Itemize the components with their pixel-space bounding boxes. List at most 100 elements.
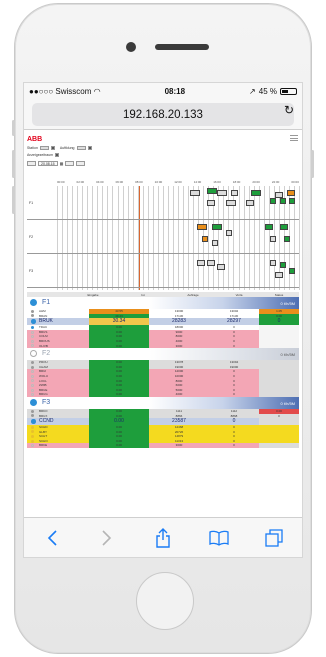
gantt-job-bar[interactable]	[274, 272, 283, 278]
url-text: 192.168.20.133	[123, 108, 203, 121]
group-rate: 0 t/h/5M	[280, 352, 295, 358]
table-cell-v3: 0	[209, 443, 259, 449]
gantt-job-bar[interactable]	[207, 188, 218, 194]
row-status-dot-icon	[31, 339, 34, 343]
gantt-job-bar[interactable]	[197, 260, 206, 266]
table-cell-v4: 0	[259, 318, 299, 326]
gantt-job-bar[interactable]	[211, 224, 222, 230]
gantt-job-bar[interactable]	[269, 198, 276, 204]
auftklung-label: Auftklung	[59, 146, 75, 150]
row-status-dot-icon	[31, 383, 34, 387]
gantt-job-bar[interactable]	[265, 224, 274, 230]
row-status-dot-icon	[31, 409, 34, 413]
back-icon[interactable]	[40, 526, 64, 550]
table-row[interactable]: BRUK 30.34 28283 28297 0	[27, 318, 299, 326]
row-status-dot-icon	[31, 439, 34, 443]
url-field[interactable]: 192.168.20.133	[32, 103, 294, 126]
gantt-job-bar[interactable]	[269, 260, 276, 266]
gantt-job-bar[interactable]	[279, 262, 286, 268]
gantt-job-bar[interactable]	[226, 200, 237, 206]
apply-button[interactable]	[76, 161, 86, 166]
table-header-cell[interactable]: Status	[259, 293, 299, 297]
reload-icon[interactable]: ↻	[284, 103, 294, 117]
gantt-job-bar[interactable]	[279, 198, 286, 204]
web-content: ABB Station Auftklung Anzeigezeitraum 20…	[24, 130, 302, 520]
status-time: 08:18	[164, 87, 186, 96]
gantt-job-bar[interactable]	[197, 224, 208, 230]
gantt-job-bar[interactable]	[289, 268, 296, 274]
table-header-cell[interactable]: Auftrage	[167, 293, 219, 297]
table-cell-v2: 3000	[149, 443, 209, 449]
table-cell-v4	[259, 418, 299, 426]
table-row[interactable]: CCND 0.00 23587 0	[27, 418, 299, 426]
abb-logo: ABB	[27, 136, 43, 143]
gantt-job-bar[interactable]	[279, 224, 288, 230]
range-toggle[interactable]	[55, 153, 60, 157]
control-row-2: Anzeigezeitraum	[27, 153, 60, 157]
gantt-job-bar[interactable]	[211, 240, 218, 246]
battery-icon	[279, 88, 297, 95]
row-status-dot-icon	[31, 419, 36, 424]
row-status-dot-icon	[31, 425, 34, 429]
gantt-job-bar[interactable]	[269, 236, 276, 242]
calendar-icon[interactable]: ▦	[60, 161, 64, 166]
row-status-dot-icon	[31, 309, 34, 313]
next-day-button[interactable]	[65, 161, 75, 166]
home-button[interactable]	[136, 572, 194, 630]
gantt-job-bar[interactable]	[190, 190, 201, 196]
gantt-job-bar[interactable]	[216, 264, 225, 270]
table-cell-name: BRKE	[27, 443, 89, 449]
auftklung-toggle[interactable]	[87, 146, 92, 150]
table-cell-name: CCND	[27, 418, 89, 426]
gantt-job-bar[interactable]	[286, 190, 295, 196]
share-icon[interactable]	[151, 526, 175, 550]
station-group-header[interactable]: F2 0 t/h/5M	[27, 348, 299, 361]
earpiece-speaker	[155, 44, 209, 50]
group-name: F3	[42, 398, 51, 406]
battery-percent: 45 %	[258, 87, 277, 96]
mute-switch	[12, 120, 15, 136]
gantt-job-bar[interactable]	[226, 230, 233, 236]
group-name: F2	[42, 350, 51, 358]
status-dot-icon	[30, 398, 37, 406]
row-status-dot-icon	[31, 330, 34, 334]
table-cell-v2: 23587	[149, 418, 209, 426]
station-group-header[interactable]: F1 0 t/h/5M	[27, 297, 299, 309]
gantt-job-bar[interactable]	[207, 200, 216, 206]
phone-screen: ●●○○○ Swisscom ◠ 08:18 ↗ 45 % 192.168.20…	[23, 82, 303, 558]
gantt-job-bar[interactable]	[245, 200, 254, 206]
gantt-row-label: F1	[29, 200, 34, 205]
range-label: Anzeigezeitraum	[27, 153, 54, 157]
table-cell-v3: 28297	[209, 318, 259, 326]
table-header-cell[interactable]: Vorla	[219, 293, 259, 297]
bookmarks-icon[interactable]	[207, 526, 231, 550]
date-input[interactable]: 20.08.15	[38, 161, 58, 166]
station-table: Eingabe Ist Auftrage Vorla Status F1 0 t/h/5M…	[27, 292, 299, 449]
table-cell-v2: 28283	[149, 318, 209, 326]
tabs-icon[interactable]	[262, 526, 286, 550]
hamburger-menu-icon[interactable]	[290, 135, 298, 141]
station-select[interactable]	[39, 146, 49, 150]
table-cell-name: BRUK	[27, 318, 89, 326]
control-row-1: Station Auftklung	[27, 146, 92, 150]
table-row[interactable]: BRKE 0.00 3000 0	[27, 443, 299, 449]
table-header-cell[interactable]: Eingabe	[67, 293, 119, 297]
station-group-header[interactable]: F3 0 t/h/5M	[27, 396, 299, 409]
table-header-cell[interactable]: Ist	[119, 293, 167, 297]
gantt-job-bar[interactable]	[284, 236, 291, 242]
table-cell-v4	[259, 443, 299, 449]
gantt-job-bar[interactable]	[207, 260, 216, 266]
gantt-job-bar[interactable]	[216, 190, 227, 196]
volume-up-button	[12, 150, 15, 178]
forward-icon[interactable]	[95, 526, 119, 550]
browser-toolbar	[24, 517, 302, 557]
station-toggle[interactable]	[50, 146, 55, 150]
wifi-icon: ◠	[93, 87, 101, 96]
gantt-job-bar[interactable]	[289, 198, 296, 204]
gantt-job-bar[interactable]	[202, 236, 209, 242]
previous-day-button[interactable]	[27, 161, 36, 166]
gantt-job-bar[interactable]	[231, 190, 239, 196]
control-row-3: 20.08.15 ▦	[27, 161, 86, 166]
gantt-job-bar[interactable]	[250, 190, 261, 196]
auftklung-select[interactable]	[76, 146, 86, 150]
